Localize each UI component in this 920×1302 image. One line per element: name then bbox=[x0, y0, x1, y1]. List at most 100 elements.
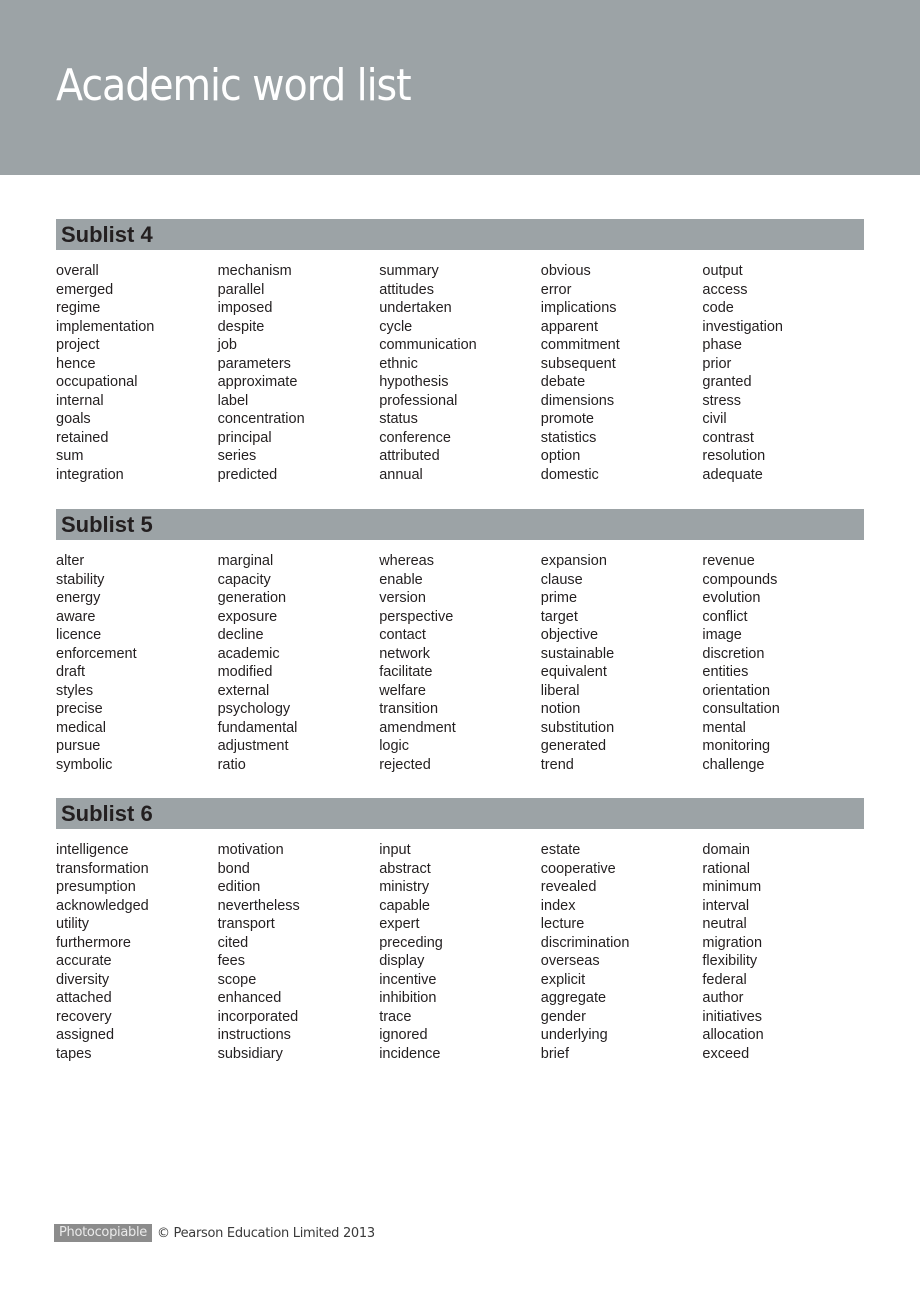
word-item: domain bbox=[702, 842, 750, 858]
word-item: attributed bbox=[379, 448, 440, 465]
word-item: substitution bbox=[540, 719, 615, 736]
word-item: pursue bbox=[56, 738, 101, 755]
word-item: fundamental bbox=[217, 719, 298, 736]
word-item: rejected bbox=[379, 757, 431, 774]
word-item: apparent bbox=[540, 318, 599, 335]
sublist-6: Sublist 6 intelligence transformation pres… bbox=[56, 798, 864, 1064]
word-item: acknowledged bbox=[56, 897, 149, 914]
word-column: mechanism parallel imposed despite job parame… bbox=[218, 262, 380, 485]
word-item: decline bbox=[217, 627, 264, 644]
word-item: utility bbox=[56, 916, 90, 933]
word-item: internal bbox=[56, 392, 104, 409]
word-item: phase bbox=[702, 337, 742, 354]
word-item: implementation bbox=[56, 318, 155, 335]
word-item: attitudes bbox=[379, 281, 435, 298]
word-item: input bbox=[379, 842, 411, 858]
word-columns: alter stability energy aware licence enforcem… bbox=[56, 552, 864, 775]
word-item: challenge bbox=[702, 757, 765, 774]
word-item: monitoring bbox=[702, 738, 771, 755]
word-item: edition bbox=[217, 879, 261, 896]
sublist-header: Sublist 4 bbox=[56, 219, 864, 250]
word-item: statistics bbox=[540, 429, 597, 446]
word-item: enable bbox=[379, 571, 423, 588]
word-item: external bbox=[217, 682, 270, 699]
word-item: contact bbox=[379, 627, 426, 644]
word-item: adequate bbox=[702, 467, 763, 484]
word-item: regime bbox=[56, 300, 101, 317]
word-column: obvious error implications apparent commitme… bbox=[541, 262, 703, 485]
word-item: approximate bbox=[217, 374, 298, 391]
word-item: goals bbox=[56, 411, 91, 428]
word-item: communication bbox=[379, 337, 477, 354]
word-item: cited bbox=[217, 934, 249, 951]
word-item: investigation bbox=[702, 318, 783, 335]
word-item: output bbox=[702, 263, 743, 279]
word-item: undertaken bbox=[379, 300, 452, 317]
word-column: whereas enable version perspective contact ne… bbox=[379, 552, 541, 775]
word-item: parallel bbox=[217, 281, 265, 298]
word-item: generation bbox=[217, 590, 287, 607]
word-item: notion bbox=[540, 701, 581, 718]
word-column: estate cooperative revealed index lecture dis… bbox=[541, 841, 703, 1064]
word-item: commitment bbox=[540, 337, 620, 354]
word-item: capacity bbox=[217, 571, 271, 588]
word-item: subsidiary bbox=[217, 1046, 283, 1063]
word-item: ignored bbox=[379, 1027, 428, 1044]
word-item: brief bbox=[540, 1046, 569, 1063]
word-column: marginal capacity generation exposure declin… bbox=[218, 552, 380, 775]
word-item: status bbox=[379, 411, 418, 428]
word-item: dimensions bbox=[540, 392, 615, 409]
word-item: motivation bbox=[217, 842, 284, 858]
word-item: access bbox=[702, 281, 748, 298]
word-item: mechanism bbox=[217, 263, 292, 279]
word-item: amendment bbox=[379, 719, 456, 736]
word-item: stress bbox=[702, 392, 742, 409]
word-column: input abstract ministry capable expert preced… bbox=[379, 841, 541, 1064]
word-item: draft bbox=[56, 664, 86, 681]
word-item: evolution bbox=[702, 590, 761, 607]
word-item: gender bbox=[540, 1008, 586, 1025]
word-item: abstract bbox=[379, 860, 431, 877]
word-item: predicted bbox=[217, 467, 278, 484]
page-title: Academic word list bbox=[56, 60, 412, 111]
word-item: concentration bbox=[217, 411, 305, 428]
word-item: welfare bbox=[379, 682, 426, 699]
word-item: clause bbox=[540, 571, 583, 588]
word-item: occupational bbox=[56, 374, 138, 391]
word-item: aware bbox=[56, 608, 96, 625]
word-item: explicit bbox=[540, 971, 586, 988]
word-item: principal bbox=[217, 429, 272, 446]
word-item: implications bbox=[540, 300, 617, 317]
word-item: incorporated bbox=[217, 1008, 299, 1025]
word-item: objective bbox=[540, 627, 599, 644]
word-item: recovery bbox=[56, 1008, 112, 1025]
word-column: revenue compounds evolution conflict image di… bbox=[702, 552, 864, 775]
word-item: capable bbox=[379, 897, 430, 914]
word-item: retained bbox=[56, 429, 109, 446]
word-item: mental bbox=[702, 719, 746, 736]
word-item: nevertheless bbox=[217, 897, 300, 914]
word-column: expansion clause prime target objective susta… bbox=[541, 552, 703, 775]
word-item: subsequent bbox=[540, 355, 616, 372]
word-item: rational bbox=[702, 860, 750, 877]
word-item: exceed bbox=[702, 1046, 750, 1063]
photocopiable-badge: Photocopiable bbox=[54, 1224, 152, 1242]
word-item: facilitate bbox=[379, 664, 433, 681]
word-item: estate bbox=[540, 842, 581, 858]
word-item: enforcement bbox=[56, 645, 137, 662]
sublist-header: Sublist 5 bbox=[56, 509, 864, 540]
word-item: aggregate bbox=[540, 990, 607, 1007]
word-item: compounds bbox=[702, 571, 778, 588]
word-item: trend bbox=[540, 757, 574, 774]
word-item: expansion bbox=[540, 553, 607, 569]
word-item: inhibition bbox=[379, 990, 437, 1007]
word-column: summary attitudes undertaken cycle communica… bbox=[379, 262, 541, 485]
word-item: enhanced bbox=[217, 990, 282, 1007]
word-item: attached bbox=[56, 990, 112, 1007]
word-item: prior bbox=[702, 355, 732, 372]
word-item: tapes bbox=[56, 1046, 92, 1063]
word-item: intelligence bbox=[56, 842, 129, 858]
word-item: ethnic bbox=[379, 355, 418, 372]
word-item: incidence bbox=[379, 1046, 441, 1063]
word-item: contrast bbox=[702, 429, 754, 446]
